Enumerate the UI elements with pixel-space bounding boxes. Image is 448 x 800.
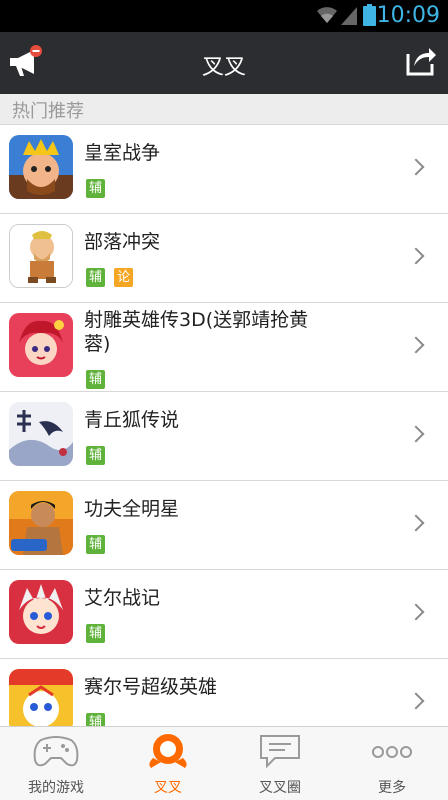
share-icon[interactable]	[404, 44, 438, 78]
tag-badge: 辅	[86, 370, 105, 389]
tab-chacha-circle[interactable]: 叉叉圈	[224, 727, 336, 800]
tab-my-games[interactable]: 我的游戏	[0, 727, 112, 800]
tag-list: 辅	[86, 533, 109, 554]
wifi-icon	[317, 7, 337, 23]
section-header: 热门推荐	[0, 94, 448, 125]
game-row-qingqiu[interactable]: 青丘狐传说 辅	[0, 392, 448, 481]
game-row-aier[interactable]: 艾尔战记 辅	[0, 570, 448, 659]
game-name: 皇室战争	[84, 142, 161, 164]
tag-list: 辅	[86, 622, 109, 643]
page-title: 叉叉	[201, 55, 246, 80]
chacha-logo-icon	[149, 734, 187, 768]
tag-list: 辅 论	[86, 266, 137, 287]
chevron-right-icon	[407, 603, 425, 621]
tab-chacha[interactable]: 叉叉	[112, 727, 224, 800]
tab-label: 我的游戏	[28, 780, 84, 796]
game-name: 青丘狐传说	[84, 409, 180, 431]
chevron-right-icon	[407, 158, 425, 176]
seer-icon	[9, 669, 73, 733]
tab-label: 叉叉	[154, 780, 182, 796]
kungfu-icon	[9, 491, 73, 555]
chevron-right-icon	[407, 425, 425, 443]
qingqiu-icon	[9, 402, 73, 466]
chevron-right-icon	[407, 692, 425, 710]
clock: 10:09	[376, 3, 440, 28]
tag-badge: 辅	[86, 268, 105, 287]
tag-badge: 论	[114, 268, 134, 287]
section-title: 热门推荐	[12, 101, 84, 122]
game-name: 部落冲突	[84, 231, 161, 253]
chevron-right-icon	[407, 514, 425, 532]
tag-badge: 辅	[86, 624, 105, 643]
tab-label: 叉叉圈	[259, 780, 301, 796]
more-icon	[372, 746, 412, 758]
game-row-clash-royale[interactable]: 皇室战争 辅	[0, 125, 448, 214]
tab-label: 更多	[378, 780, 406, 796]
clash-of-clans-icon	[9, 224, 73, 288]
app-header: 叉叉	[0, 32, 448, 94]
tag-list: 辅	[86, 177, 109, 198]
tab-more[interactable]: 更多	[336, 727, 448, 800]
game-row-kungfu[interactable]: 功夫全明星 辅	[0, 481, 448, 570]
tag-badge: 辅	[86, 446, 105, 465]
game-name: 功夫全明星	[84, 498, 180, 520]
game-row-clash-of-clans[interactable]: 部落冲突 辅 论	[0, 214, 448, 303]
tag-list: 辅	[86, 368, 109, 389]
game-name: 赛尔号超级英雄	[84, 676, 218, 698]
aier-icon	[9, 580, 73, 644]
game-row-shediao[interactable]: 射雕英雄传3D(送郭靖抢黄蓉) 辅	[0, 303, 448, 392]
status-bar: 10:09	[0, 0, 448, 32]
game-name: 射雕英雄传3D(送郭靖抢黄蓉)	[84, 309, 309, 355]
shediao-icon	[9, 313, 73, 377]
clash-royale-icon	[9, 135, 73, 199]
battery-icon	[363, 4, 376, 26]
tag-badge: 辅	[86, 179, 105, 198]
bottom-tab-bar: 我的游戏 叉叉 叉叉圈 更多	[0, 726, 448, 800]
chevron-right-icon	[407, 247, 425, 265]
chevron-right-icon	[407, 336, 425, 354]
gamepad-icon	[33, 736, 79, 767]
tag-list: 辅	[86, 444, 109, 465]
game-name: 艾尔战记	[84, 587, 161, 609]
tag-badge: 辅	[86, 535, 105, 554]
chat-icon	[260, 735, 300, 769]
signal-icon	[341, 7, 357, 25]
game-list: 皇室战争 辅 部落冲突 辅 论 射雕英雄传3D(送郭靖抢黄蓉) 辅 青丘狐传说 …	[0, 125, 448, 748]
